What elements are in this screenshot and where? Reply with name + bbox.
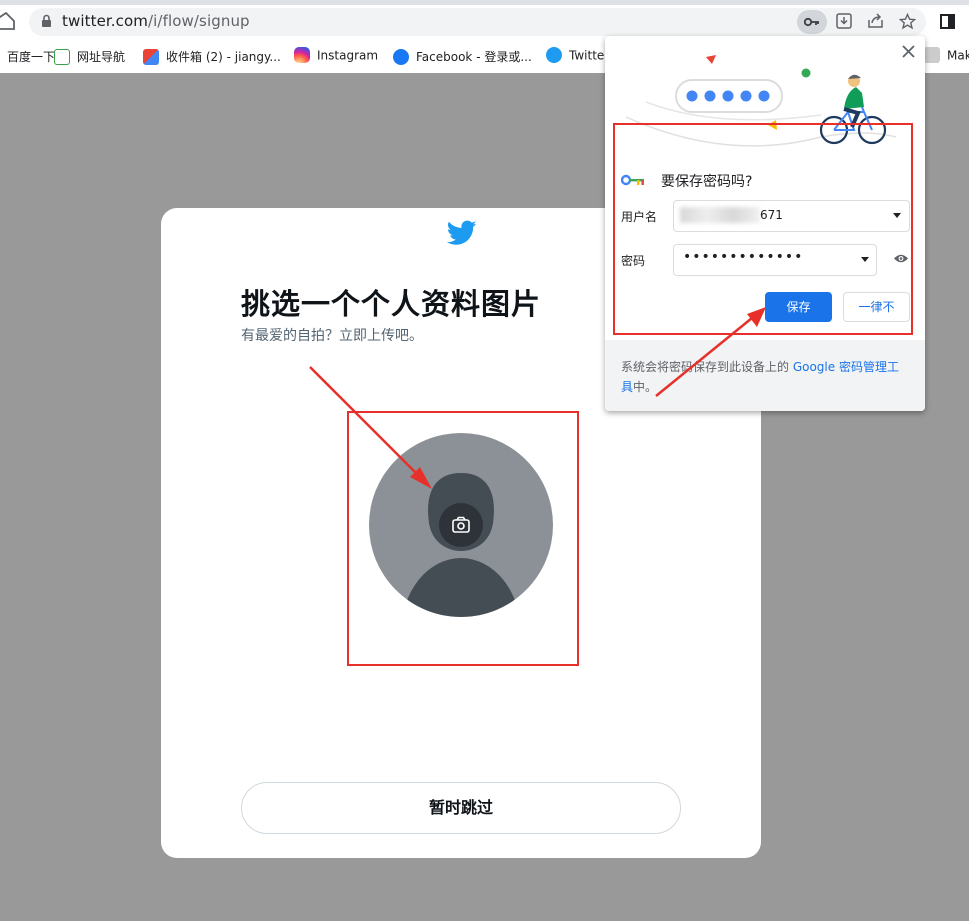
home-icon[interactable] <box>0 12 16 30</box>
share-icon[interactable] <box>867 13 884 29</box>
bookmark-star-icon[interactable] <box>899 13 916 30</box>
bookmark-baidu[interactable]: 百度一下 <box>0 48 55 66</box>
bookmark-instagram[interactable]: Instagram <box>294 47 378 64</box>
side-panel-icon[interactable] <box>940 14 955 29</box>
twitter-bird-icon <box>447 220 477 245</box>
bookmark-facebook[interactable]: Facebook - 登录或... <box>393 48 532 66</box>
url-path: /i/flow/signup <box>148 12 250 30</box>
bookmark-twitter[interactable]: Twitter <box>546 47 609 64</box>
key-icon <box>804 17 819 27</box>
install-icon[interactable] <box>836 13 852 29</box>
annotation-box-form <box>613 123 913 335</box>
bookmark-gmail[interactable]: 收件箱 (2) - jiangy... <box>143 48 281 66</box>
bookmark-icon <box>924 47 940 63</box>
url-host: twitter.com <box>62 12 149 30</box>
tab-strip <box>0 0 969 5</box>
annotation-box-avatar <box>347 411 579 666</box>
lock-icon[interactable] <box>41 14 52 28</box>
gmail-icon <box>143 48 159 65</box>
instagram-icon <box>294 47 310 63</box>
skip-button[interactable]: 暂时跳过 <box>241 782 681 834</box>
page-title: 挑选一个个人资料图片 <box>241 287 542 321</box>
url-text[interactable]: twitter.com/i/flow/signup <box>62 12 250 30</box>
page-subtitle: 有最爱的自拍？立即上传吧。 <box>241 328 423 344</box>
bookmark-make[interactable]: Make Yo... <box>924 47 969 64</box>
facebook-icon <box>393 48 409 65</box>
popup-footer-text: 系统会将密码保存到此设备上的 Google 密码管理工具中。 <box>621 360 899 394</box>
twitter-icon <box>546 47 562 63</box>
2345-nav-icon <box>54 48 70 65</box>
bookmark-2345[interactable]: 网址导航 <box>54 48 125 66</box>
